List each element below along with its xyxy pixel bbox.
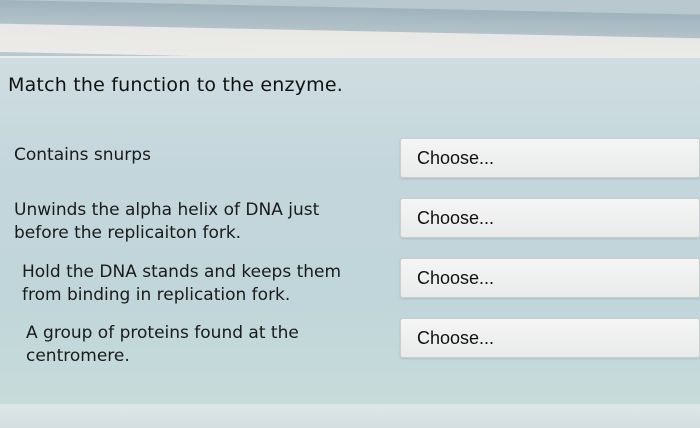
row-label-3: Hold the DNA stands and keeps them from … xyxy=(22,262,342,305)
select-value-4: Choose... xyxy=(417,328,495,348)
select-value-3: Choose... xyxy=(417,268,495,288)
choose-select-3[interactable]: Choose... xyxy=(400,258,700,298)
choose-select-2[interactable]: Choose... xyxy=(400,198,700,238)
bottom-strip xyxy=(0,404,700,428)
row-label-4: A group of proteins found at the centrom… xyxy=(26,323,299,366)
row-label-2: Unwinds the alpha helix of DNA just befo… xyxy=(14,200,320,243)
question-text: Match the function to the enzyme. xyxy=(8,74,344,96)
choose-select-1[interactable]: Choose... xyxy=(400,138,700,178)
select-value-2: Choose... xyxy=(417,208,495,228)
row-label-1: Contains snurps xyxy=(14,145,151,165)
choose-select-4[interactable]: Choose... xyxy=(400,318,700,358)
select-value-1: Choose... xyxy=(417,148,495,168)
